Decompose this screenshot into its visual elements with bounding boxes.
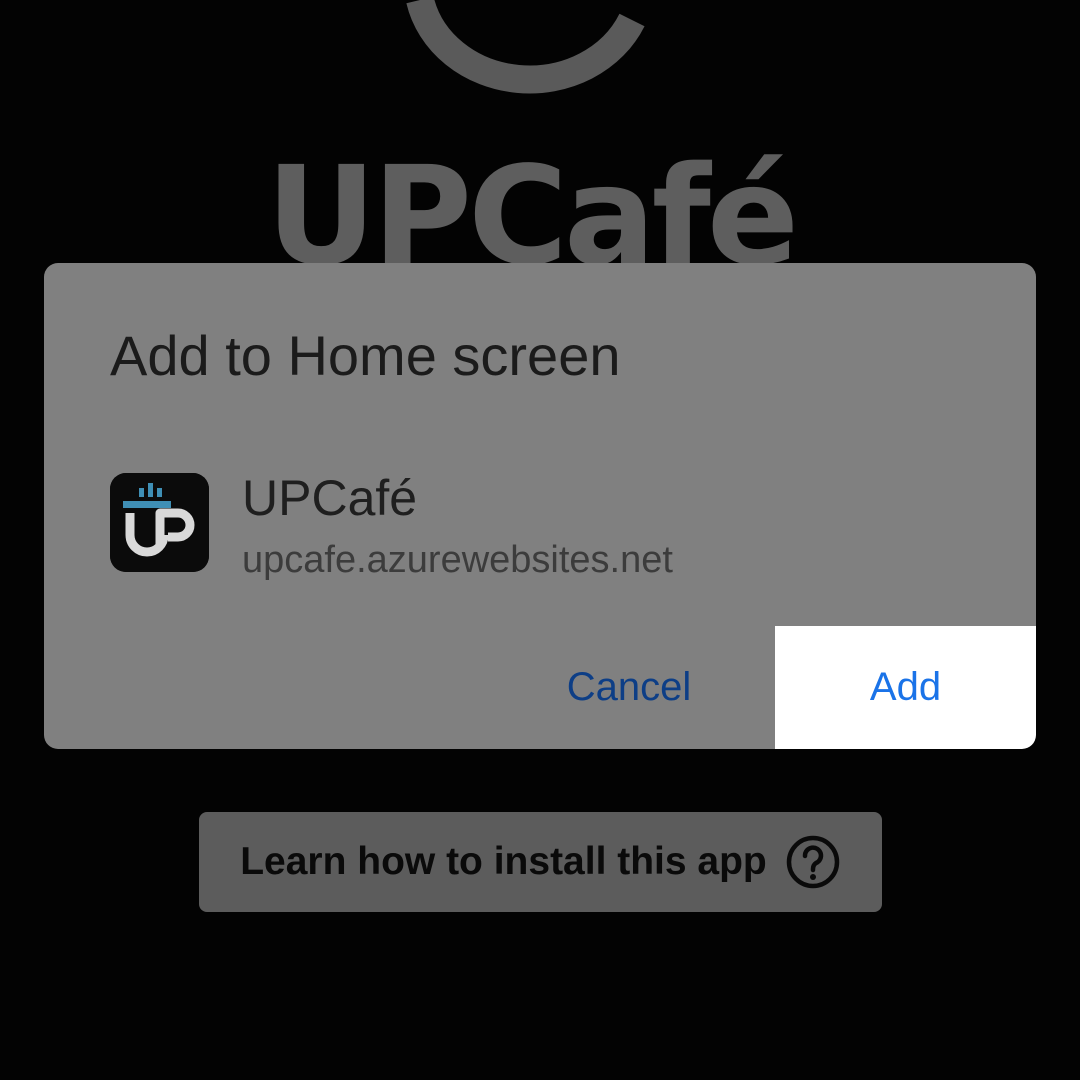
- learn-install-label: Learn how to install this app: [240, 840, 767, 883]
- app-name: UPCafé: [242, 470, 418, 526]
- app-url: upcafe.azurewebsites.net: [242, 539, 673, 581]
- upcafe-app-icon: [110, 473, 209, 572]
- learn-install-button[interactable]: Learn how to install this app: [199, 812, 882, 912]
- dialog-title: Add to Home screen: [110, 324, 621, 387]
- question-circle-icon: [786, 835, 840, 889]
- screen: UPCafé Add to Home screen UPCafé upcafe.…: [0, 0, 1080, 1080]
- cancel-button[interactable]: Cancel: [534, 626, 724, 749]
- logo-arc-graphic: [406, 0, 645, 94]
- add-button[interactable]: Add: [775, 626, 1036, 749]
- add-to-home-dialog: Add to Home screen UPCafé upcafe.azurewe…: [44, 263, 1036, 749]
